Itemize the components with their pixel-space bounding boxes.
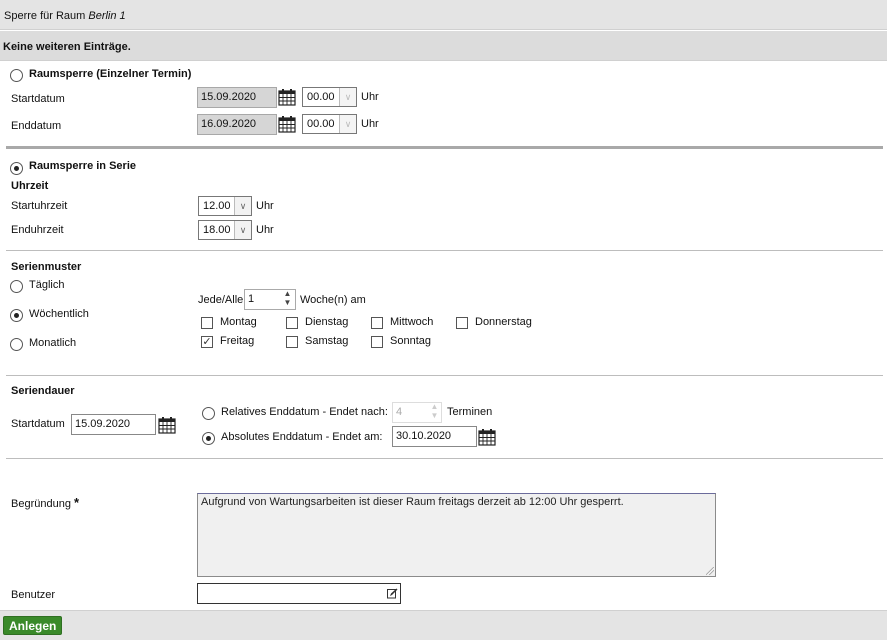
page-title: Sperre für Raum Berlin 1 — [4, 10, 126, 22]
day-label: Freitag — [220, 335, 255, 347]
day-label: Dienstag — [305, 316, 349, 328]
divider — [6, 250, 883, 251]
radio-daily[interactable] — [10, 280, 23, 293]
edit-icon[interactable] — [387, 588, 398, 599]
duration-heading: Seriendauer — [11, 385, 75, 397]
chevron-down-icon: ∨ — [339, 115, 356, 133]
day-label: Mittwoch — [390, 316, 434, 328]
checkbox-mittwoch[interactable] — [371, 317, 383, 329]
every-spinner[interactable]: ▲ ▼ — [279, 289, 296, 310]
pattern-option-monthly: Monatlich — [29, 337, 77, 349]
single-radio-label: Raumsperre (Einzelner Termin) — [29, 68, 192, 80]
relative-spinner[interactable]: ▲ ▼ — [426, 402, 443, 423]
reason-text: Aufgrund von Wartungsarbeiten ist dieser… — [201, 496, 624, 508]
calendar-icon[interactable] — [278, 115, 296, 133]
chevron-down-icon[interactable]: ▼ — [284, 298, 292, 307]
single-end-label: Enddatum — [11, 120, 62, 132]
single-start-date[interactable]: 15.09.2020 — [197, 87, 277, 108]
chevron-down-icon: ∨ — [339, 88, 356, 106]
radio-single[interactable] — [10, 69, 23, 82]
day-label: Sonntag — [390, 335, 431, 347]
single-start-label: Startdatum — [11, 93, 65, 105]
pattern-heading: Serienmuster — [11, 261, 82, 273]
radio-relative-end[interactable] — [202, 407, 215, 420]
user-input[interactable] — [197, 583, 401, 604]
radio-absolute-end[interactable] — [202, 432, 215, 445]
unit-label: Uhr — [256, 224, 274, 236]
chevron-up-icon[interactable]: ▲ — [284, 289, 292, 298]
calendar-icon[interactable] — [158, 416, 176, 434]
divider — [6, 375, 883, 376]
chevron-down-icon: ∨ — [234, 197, 251, 215]
title-bar: Sperre für Raum Berlin 1 — [0, 0, 887, 30]
series-start-time: 12.00 — [203, 200, 231, 212]
single-start-time-select[interactable]: 00.00 ∨ — [302, 87, 357, 107]
divider — [6, 458, 883, 459]
radio-series[interactable] — [10, 162, 23, 175]
time-heading: Uhrzeit — [11, 180, 49, 192]
series-radio-label: Raumsperre in Serie — [29, 160, 136, 172]
info-message: Keine weiteren Einträge. — [3, 41, 131, 53]
checkbox-montag[interactable] — [201, 317, 213, 329]
single-end-time: 00.00 — [307, 118, 335, 130]
series-end-time-label: Enduhrzeit — [11, 224, 64, 236]
pattern-option-daily: Täglich — [29, 279, 65, 291]
reason-label: Begründung * — [11, 495, 80, 510]
duration-start-label: Startdatum — [11, 418, 65, 430]
reason-textarea[interactable]: Aufgrund von Wartungsarbeiten ist dieser… — [197, 493, 716, 577]
divider — [6, 146, 883, 149]
series-start-time-label: Startuhrzeit — [11, 200, 68, 212]
unit-label: Uhr — [256, 200, 274, 212]
every-label: Jede/Alle — [198, 294, 244, 306]
radio-monthly[interactable] — [10, 338, 23, 351]
required-mark: * — [74, 495, 80, 510]
checkbox-donnerstag[interactable] — [456, 317, 468, 329]
radio-weekly[interactable] — [10, 309, 23, 322]
day-label: Montag — [220, 316, 257, 328]
checkbox-dienstag[interactable] — [286, 317, 298, 329]
day-label: Donnerstag — [475, 316, 532, 328]
absolute-end-label: Absolutes Enddatum - Endet am: — [221, 431, 383, 443]
calendar-icon[interactable] — [478, 428, 496, 446]
relative-end-label: Relatives Enddatum - Endet nach: — [221, 406, 388, 418]
checkbox-samstag[interactable] — [286, 336, 298, 348]
checkbox-sonntag[interactable] — [371, 336, 383, 348]
every-unit: Woche(n) am — [300, 294, 366, 306]
calendar-icon[interactable] — [278, 88, 296, 106]
duration-start-date[interactable]: 15.09.2020 — [71, 414, 156, 435]
chevron-down-icon: ∨ — [234, 221, 251, 239]
series-end-time: 18.00 — [203, 224, 231, 236]
chevron-down-icon[interactable]: ▼ — [431, 411, 439, 420]
submit-button[interactable]: Anlegen — [3, 616, 63, 635]
absolute-end-date[interactable]: 30.10.2020 — [392, 426, 477, 447]
footer-bar — [0, 610, 887, 640]
unit-label: Uhr — [361, 118, 379, 130]
info-bar: Keine weiteren Einträge. — [0, 31, 887, 61]
room-name: Berlin 1 — [88, 10, 126, 22]
checkmark-icon: ✓ — [202, 336, 212, 348]
unit-label: Uhr — [361, 91, 379, 103]
day-label: Samstag — [305, 335, 349, 347]
checkbox-freitag[interactable]: ✓ — [201, 336, 213, 348]
single-start-time: 00.00 — [307, 91, 335, 103]
series-start-time-select[interactable]: 12.00 ∨ — [198, 196, 252, 216]
single-end-date[interactable]: 16.09.2020 — [197, 114, 277, 135]
pattern-option-weekly: Wöchentlich — [29, 308, 89, 320]
user-label: Benutzer — [11, 589, 56, 601]
single-end-time-select[interactable]: 00.00 ∨ — [302, 114, 357, 134]
resize-handle[interactable] — [706, 567, 714, 575]
series-end-time-select[interactable]: 18.00 ∨ — [198, 220, 252, 240]
relative-end-unit: Terminen — [447, 406, 493, 418]
chevron-up-icon[interactable]: ▲ — [431, 402, 439, 411]
